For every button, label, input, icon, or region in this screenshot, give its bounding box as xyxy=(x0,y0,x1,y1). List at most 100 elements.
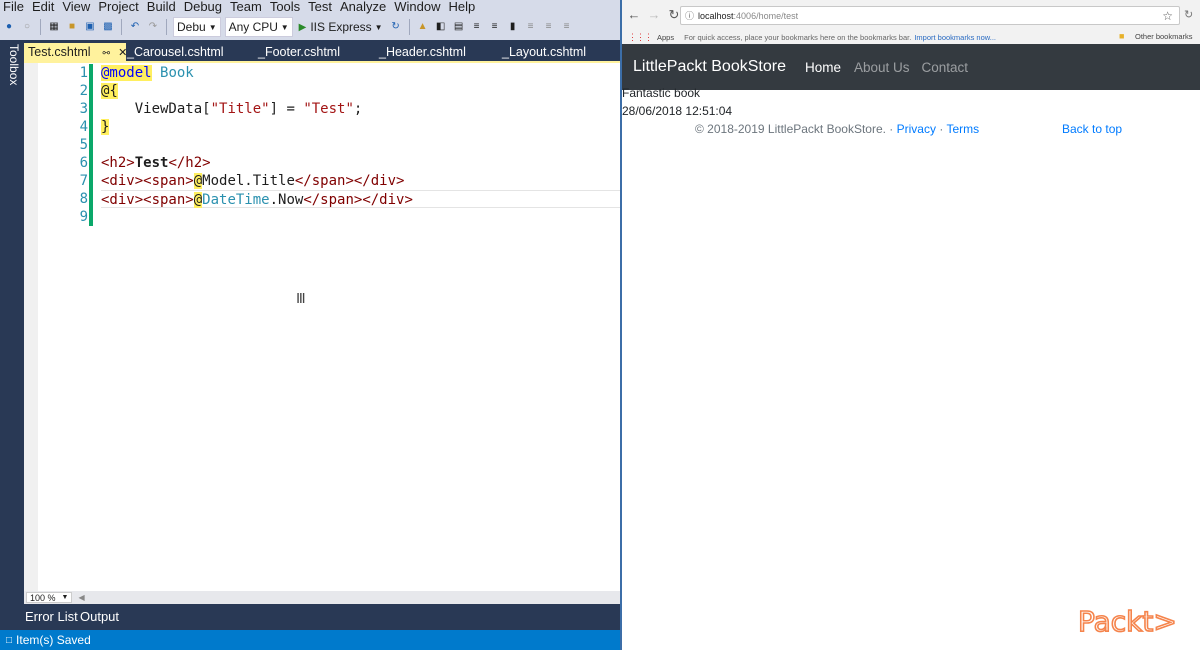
configuration-dropdown[interactable]: Debu ▼ xyxy=(173,17,221,37)
scroll-left-icon[interactable]: ◀ xyxy=(78,593,84,602)
extension-icon[interactable]: ↻ xyxy=(1184,8,1198,21)
html-tag: </span></div> xyxy=(294,173,405,189)
undo-icon[interactable]: ↶ xyxy=(129,21,141,33)
menu-test[interactable]: Test xyxy=(304,0,336,14)
url-host: localhost xyxy=(698,10,734,21)
nav-home[interactable]: Home xyxy=(805,60,841,75)
toolbox-tab[interactable]: Toolbox xyxy=(3,44,21,104)
back-to-top-link[interactable]: Back to top xyxy=(1062,122,1122,136)
tab-layout-cshtml[interactable]: _Layout.cshtml xyxy=(502,43,586,61)
site-footer: © 2018-2019 LittlePackt BookStore. · Pri… xyxy=(622,122,1200,140)
footer-separator: · xyxy=(935,122,947,136)
html-tag: <div><span> xyxy=(101,173,194,189)
footer-separator: · xyxy=(885,122,897,136)
editor-zoom-bar: 100 % ▼ ◀ xyxy=(24,591,620,604)
menu-help[interactable]: Help xyxy=(445,0,480,14)
zoom-value: 100 % xyxy=(30,592,56,603)
change-tracking-bar xyxy=(89,64,93,226)
tab-error-list[interactable]: Error List xyxy=(25,608,78,626)
nav-contact[interactable]: Contact xyxy=(922,60,969,75)
terms-link[interactable]: Terms xyxy=(946,122,979,136)
string-literal: "Title" xyxy=(210,101,270,117)
bookmark-icon[interactable]: ▮ xyxy=(507,21,519,33)
code-line-8: <div><span>@DateTime.Now</span></div> xyxy=(101,190,620,208)
play-icon: ▶ xyxy=(298,21,307,33)
line-number: 8 xyxy=(79,191,88,207)
code-line-2: @{ xyxy=(101,82,620,100)
address-bar[interactable]: ⓘ localhost:4006/home/test ☆ xyxy=(680,6,1180,25)
chevron-down-icon: ▼ xyxy=(61,594,69,601)
menu-tools[interactable]: Tools xyxy=(266,0,304,14)
apps-link[interactable]: Apps xyxy=(657,33,674,42)
datetime-text: 28/06/2018 12:51:04 xyxy=(622,104,733,118)
menu-build[interactable]: Build xyxy=(143,0,180,14)
text-cursor-icon: Ⅲ xyxy=(296,290,306,306)
line-number: 7 xyxy=(79,173,88,189)
code-lines[interactable]: @model Book @{ ViewData["Title"] = "Test… xyxy=(101,64,620,226)
site-info-icon[interactable]: ⓘ xyxy=(685,9,694,22)
menu-project[interactable]: Project xyxy=(94,0,142,14)
tab-output[interactable]: Output xyxy=(80,608,119,626)
close-icon[interactable]: ✕ xyxy=(118,47,127,59)
page-content: Fantastic book 28/06/2018 12:51:04 xyxy=(622,85,1200,120)
menu-view[interactable]: View xyxy=(58,0,94,14)
zoom-dropdown[interactable]: 100 % ▼ xyxy=(26,592,73,603)
line-number: 1 xyxy=(79,65,88,81)
bookmark-star-icon[interactable]: ☆ xyxy=(1162,9,1173,23)
bookmark-next-icon[interactable]: ≡ xyxy=(543,21,555,33)
nav-about-us[interactable]: About Us xyxy=(854,60,910,75)
menu-edit[interactable]: Edit xyxy=(28,0,58,14)
site-brand[interactable]: LittlePackt BookStore xyxy=(633,58,786,76)
menu-file[interactable]: File xyxy=(0,0,28,14)
privacy-link[interactable]: Privacy xyxy=(897,122,936,136)
refresh-icon[interactable]: ↻ xyxy=(390,21,402,33)
forward-nav-icon[interactable]: ○ xyxy=(21,21,33,33)
outdent-icon[interactable]: ≡ xyxy=(489,21,501,33)
toolbar-overflow-icon[interactable]: ≡ xyxy=(561,21,573,33)
open-file-icon[interactable]: ■ xyxy=(66,21,78,33)
tab-test-cshtml[interactable]: Test.cshtml ⚯ ✕ xyxy=(24,43,127,61)
tool-window-tabs: Error List Output xyxy=(24,604,620,630)
tab-label: Test.cshtml xyxy=(28,45,91,59)
indent-icon[interactable]: ≡ xyxy=(471,21,483,33)
platform-dropdown[interactable]: Any CPU ▼ xyxy=(224,17,293,37)
back-arrow-icon[interactable]: ← xyxy=(626,7,642,23)
code-editor[interactable]: 1 2 3 4 5 6 7 8 9 @model Book @{ ViewDat… xyxy=(24,61,620,591)
document-tabs: Test.cshtml ⚯ ✕ _Carousel.cshtml _Footer.c… xyxy=(24,40,620,61)
configuration-value: Debu xyxy=(177,20,206,34)
bracket: [ xyxy=(202,101,211,117)
assignment: ] = xyxy=(269,101,304,117)
run-iis-express-button[interactable]: ▶ IIS Express ▼ xyxy=(299,20,383,34)
save-all-icon[interactable]: ▩ xyxy=(102,21,114,33)
status-text: Item(s) Saved xyxy=(16,633,91,647)
tab-header-cshtml[interactable]: _Header.cshtml xyxy=(379,43,466,61)
step-icon[interactable]: ◧ xyxy=(435,21,447,33)
import-bookmarks-link[interactable]: Import bookmarks now... xyxy=(914,33,996,42)
new-project-icon[interactable]: ▦ xyxy=(48,21,60,33)
apps-grid-icon[interactable]: ⋮⋮⋮ xyxy=(628,32,653,43)
packt-logo-wordmark: Packt> xyxy=(1078,605,1177,638)
razor-expression: Model.Title xyxy=(202,173,295,189)
menu-debug[interactable]: Debug xyxy=(180,0,226,14)
back-nav-icon[interactable]: ● xyxy=(3,21,15,33)
line-numbers: 1 2 3 4 5 6 7 8 9 xyxy=(38,64,88,226)
browser-link-icon[interactable]: ▲ xyxy=(417,21,429,33)
redo-icon[interactable]: ↷ xyxy=(147,21,159,33)
other-bookmarks-link[interactable]: Other bookmarks xyxy=(1135,32,1193,41)
tab-carousel-cshtml[interactable]: _Carousel.cshtml xyxy=(127,43,224,61)
indicator-margin[interactable] xyxy=(24,63,38,591)
toolbar-separator xyxy=(40,19,41,35)
tab-footer-cshtml[interactable]: _Footer.cshtml xyxy=(258,43,340,61)
format-icon[interactable]: ▤ xyxy=(453,21,465,33)
semicolon: ; xyxy=(353,101,363,117)
forward-arrow-icon[interactable]: → xyxy=(646,7,662,23)
menu-window[interactable]: Window xyxy=(390,0,444,14)
html-tag: </h2> xyxy=(168,155,211,171)
line-number: 5 xyxy=(79,137,88,153)
vs-menu-bar: File Edit View Project Build Debug Team … xyxy=(0,0,620,14)
menu-analyze[interactable]: Analyze xyxy=(336,0,390,14)
menu-team[interactable]: Team xyxy=(226,0,266,14)
save-icon[interactable]: ▣ xyxy=(84,21,96,33)
pin-icon[interactable]: ⚯ xyxy=(103,48,111,58)
bookmark-prev-icon[interactable]: ≡ xyxy=(525,21,537,33)
